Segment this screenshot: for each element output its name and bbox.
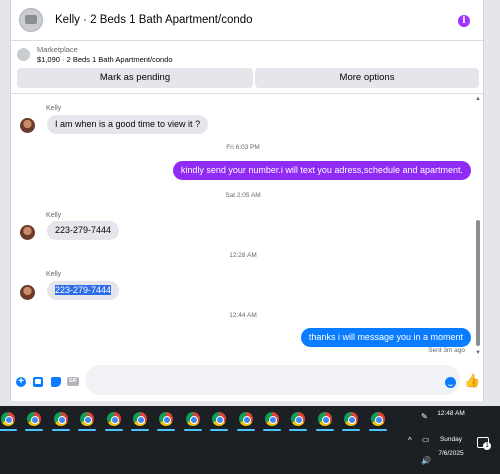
active-app-indicator [263,429,281,431]
active-app-indicator [78,429,97,431]
chrome-app-icon[interactable] [53,412,68,426]
active-app-indicator [210,429,229,431]
chrome-app-icon[interactable] [27,412,42,426]
active-app-indicator [0,429,17,431]
incoming-message-selected[interactable]: 223-279-7444 [47,281,120,300]
active-app-indicator [131,429,149,431]
sent-status: Sent 3m ago [428,347,465,354]
timestamp: Fri 6:03 PM [226,144,260,151]
chrome-app-icon[interactable] [185,412,200,426]
listing-thumbnail[interactable] [17,48,30,61]
chrome-app-icon[interactable] [133,412,147,426]
taskbar-day[interactable]: Sunday [431,436,471,443]
scrollbar-thumb[interactable] [476,220,480,346]
more-options-button[interactable]: More options [255,68,479,88]
active-app-indicator [289,429,308,431]
taskbar-time[interactable]: 12:48 AM [431,410,471,417]
active-app-indicator [315,429,334,431]
active-app-indicator [51,429,70,431]
message-composer: + GIF 👍 [11,361,483,401]
scroll-up-icon[interactable]: ▲ [475,96,481,102]
pen-icon[interactable]: ✎ [421,412,428,421]
active-app-indicator [368,429,387,431]
chrome-app-icon[interactable] [106,412,121,426]
sender-name: Kelly [46,105,62,112]
info-icon[interactable]: i [458,15,470,27]
incoming-message[interactable]: I am when is a good time to view it ? [47,115,209,134]
chevron-up-icon[interactable]: ^ [408,436,412,445]
active-app-indicator [183,429,202,431]
chrome-app-icon[interactable] [212,412,227,426]
taskbar-date[interactable]: 7/6/2025 [431,450,471,457]
message-input[interactable] [85,365,460,395]
listing-avatar[interactable] [19,8,43,32]
active-app-indicator [157,429,176,431]
outgoing-message[interactable]: thanks i will message you in a moment [300,328,471,347]
volume-icon[interactable]: 🔊 [421,456,431,465]
sender-avatar[interactable] [20,118,35,133]
active-app-indicator [25,429,44,431]
thumbs-up-icon[interactable]: 👍 [464,374,480,387]
active-app-indicator [104,429,123,431]
chrome-app-icon[interactable] [291,412,306,426]
conversation-title[interactable]: Kelly · 2 Beds 1 Bath Apartment/condo [55,14,253,26]
network-icon[interactable]: ▭ [422,435,430,444]
chrome-app-icon[interactable] [1,412,15,426]
listing-panel: Marketplace $1,090 · 2 Beds 1 Bath Apart… [11,42,483,94]
outgoing-message[interactable]: kindly send your number.i will text you … [172,161,471,180]
sender-name: Kelly [46,212,62,219]
chrome-app-icon[interactable] [317,412,332,426]
listing-summary[interactable]: $1,090 · 2 Beds 1 Bath Apartment/condo [37,55,173,64]
sender-avatar[interactable] [20,225,35,240]
mark-as-pending-button[interactable]: Mark as pending [17,68,253,88]
chrome-app-icon[interactable] [265,412,279,426]
chrome-app-icon[interactable] [159,412,174,426]
taskbar: ✎ ^ ▭ 🔊 12:48 AM Sunday 7/6/2025 [0,406,500,474]
emoji-icon[interactable] [445,377,456,388]
messenger-window: Kelly · 2 Beds 1 Bath Apartment/condo i … [10,0,484,401]
timestamp: Sat 2:05 AM [225,192,261,199]
sticker-icon[interactable] [51,377,61,387]
listing-category: Marketplace [37,45,78,54]
timestamp: 12:28 AM [229,252,257,259]
gif-icon[interactable]: GIF [67,377,79,386]
chrome-app-icon[interactable] [344,412,359,426]
notification-badge: 1 [483,442,491,450]
chrome-app-icon[interactable] [370,412,385,426]
sender-avatar[interactable] [20,285,35,300]
plus-icon[interactable]: + [16,377,26,387]
scroll-down-icon[interactable]: ▼ [475,350,481,356]
sender-name: Kelly [46,271,62,278]
chat-scrollbar[interactable]: ▲ ▼ [475,96,481,356]
selected-text[interactable]: 223-279-7444 [55,285,112,295]
timestamp: 12:44 AM [229,312,257,319]
photo-icon[interactable] [33,377,43,387]
incoming-message[interactable]: 223-279-7444 [47,221,120,240]
chrome-app-icon[interactable] [238,412,253,426]
conversation-header: Kelly · 2 Beds 1 Bath Apartment/condo i [11,0,483,41]
active-app-indicator [236,429,255,431]
chrome-app-icon[interactable] [80,412,95,426]
active-app-indicator [342,429,361,431]
